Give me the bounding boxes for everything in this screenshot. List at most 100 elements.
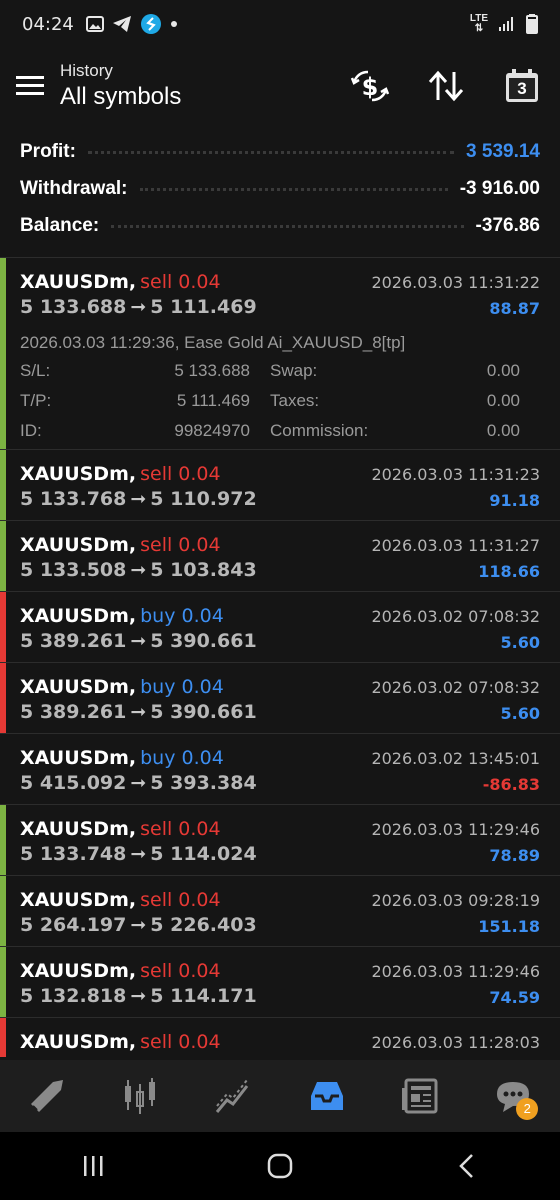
home-icon [267, 1153, 293, 1179]
trade-profit: 5.60 [500, 633, 540, 652]
status-bar: 04:24 LTE ⇅ [0, 0, 560, 48]
trade-prices: 5 133.748 ➞ 5 114.024 [20, 843, 257, 865]
nav-trade[interactable] [12, 1066, 82, 1126]
trade-side: sell 0.04 [140, 818, 221, 840]
nav-trends[interactable] [198, 1066, 268, 1126]
close-price: 5 390.661 [150, 630, 257, 652]
trade-symbol: XAUUSDm, [20, 463, 137, 485]
battery-icon [526, 14, 538, 34]
back-icon [458, 1154, 473, 1178]
trade-title: XAUUSDm, sell 0.04 [20, 1031, 221, 1053]
history-inbox-icon [310, 1082, 343, 1110]
trade-title: XAUUSDm, sell 0.04 [20, 271, 221, 293]
trade-row[interactable]: XAUUSDm, sell 0.04 2026.03.03 09:28:19 5 26… [0, 876, 560, 947]
chat-badge: 2 [516, 1098, 539, 1120]
trade-side-bar [0, 450, 6, 520]
trade-profit: 151.18 [478, 917, 540, 936]
trade-row[interactable]: XAUUSDm, buy 0.04 2026.03.02 07:08:32 5 389… [0, 592, 560, 663]
calendar-button[interactable]: 3 [484, 56, 560, 116]
trade-prices: 5 133.688 ➞ 5 111.469 [20, 296, 257, 318]
network-type: LTE ⇅ [469, 13, 488, 34]
sort-button[interactable] [408, 56, 484, 116]
nav-news[interactable] [385, 1066, 455, 1126]
signal-icon [499, 17, 513, 31]
trade-side-bar [0, 592, 6, 662]
trade-row[interactable]: XAUUSDm, buy 0.04 2026.03.02 07:08:32 5 389… [0, 663, 560, 734]
trade-side-bar [0, 876, 6, 946]
trade-row[interactable]: XAUUSDm, sell 0.04 2026.03.03 11:29:46 5 13… [0, 805, 560, 876]
status-time: 04:24 [22, 13, 74, 35]
summary-label: Withdrawal: [20, 178, 128, 199]
close-price: 5 114.171 [150, 985, 257, 1007]
sort-arrows-icon [428, 70, 464, 102]
svg-text:$: $ [362, 73, 379, 101]
trade-symbol: XAUUSDm, [20, 534, 137, 556]
trade-profit: 91.18 [489, 491, 540, 510]
trade-side: sell 0.04 [140, 960, 221, 982]
sl-value: 5 133.688 [174, 361, 250, 380]
trade-time: 2026.03.03 11:28:03 [371, 1033, 540, 1052]
open-price: 5 133.768 [20, 488, 127, 510]
trade-prices: 5 133.508 ➞ 5 103.843 [20, 559, 257, 581]
summary-withdrawal: Withdrawal: -3 916.00 [20, 171, 540, 207]
trade-row[interactable]: XAUUSDm, sell 0.04 2026.03.03 11:31:23 5 13… [0, 450, 560, 521]
trade-prices: 5 264.197 ➞ 5 226.403 [20, 914, 257, 936]
page-title: All symbols [60, 83, 182, 110]
arrow-right-icon: ➞ [130, 985, 147, 1007]
candlestick-chart-icon [124, 1078, 155, 1114]
commission-value: 0.00 [486, 421, 520, 440]
trade-symbol: XAUUSDm, [20, 889, 137, 911]
system-navigation [0, 1132, 560, 1200]
trade-row[interactable]: XAUUSDm, sell 0.04 2026.03.03 11:31:22 5 13… [0, 258, 560, 450]
trade-side-bar [0, 805, 6, 875]
trade-time: 2026.03.03 09:28:19 [371, 891, 540, 910]
swap-label: Swap: [270, 361, 318, 380]
arrow-right-icon: ➞ [130, 914, 147, 936]
trade-side: sell 0.04 [140, 271, 221, 293]
deposit-filter-button[interactable]: $ [332, 56, 408, 116]
trade-side-bar [0, 521, 6, 591]
open-price: 5 133.508 [20, 559, 127, 581]
trade-comment: 2026.03.03 11:29:36, Ease Gold Ai_XAUUSD… [20, 333, 406, 352]
trade-prices: 5 389.261 ➞ 5 390.661 [20, 630, 257, 652]
trade-profit: 5.60 [500, 704, 540, 723]
trade-symbol: XAUUSDm, [20, 1031, 137, 1053]
trade-row[interactable]: XAUUSDm, sell 0.04 2026.03.03 11:31:27 5 13… [0, 521, 560, 592]
recent-apps-button[interactable] [53, 1136, 133, 1196]
trade-title: XAUUSDm, sell 0.04 [20, 960, 221, 982]
trade-title: XAUUSDm, sell 0.04 [20, 818, 221, 840]
summary-value: -376.86 [475, 215, 540, 236]
nav-chat[interactable]: 2 [478, 1066, 548, 1126]
trade-time: 2026.03.03 11:31:22 [371, 273, 540, 292]
trade-side: buy 0.04 [140, 747, 224, 769]
trade-side: sell 0.04 [140, 534, 221, 556]
leader-dots [87, 150, 455, 154]
close-price: 5 111.469 [150, 296, 257, 318]
trade-side-bar [0, 947, 6, 1017]
calendar-day: 3 [517, 79, 527, 98]
open-price: 5 132.818 [20, 985, 127, 1007]
id-label: ID: [20, 421, 42, 440]
arrow-right-icon: ➞ [130, 701, 147, 723]
trade-details: 2026.03.03 11:29:36, Ease Gold Ai_XAUUSD… [20, 330, 540, 446]
close-price: 5 103.843 [150, 559, 257, 581]
trade-symbol: XAUUSDm, [20, 818, 137, 840]
trade-time: 2026.03.03 11:31:23 [371, 465, 540, 484]
back-button[interactable] [427, 1136, 507, 1196]
nav-history[interactable] [292, 1066, 362, 1126]
header-titles[interactable]: History All symbols [60, 61, 181, 111]
trade-row[interactable]: XAUUSDm, sell 0.04 2026.03.03 11:29:46 5 13… [0, 947, 560, 1018]
trade-row[interactable]: XAUUSDm, buy 0.04 2026.03.02 13:45:01 5 415… [0, 734, 560, 805]
trade-title: XAUUSDm, sell 0.04 [20, 889, 221, 911]
trade-symbol: XAUUSDm, [20, 960, 137, 982]
home-button[interactable] [240, 1136, 320, 1196]
account-summary: Profit: 3 539.14 Withdrawal: -3 916.00 B… [0, 134, 560, 246]
trade-title: XAUUSDm, buy 0.04 [20, 676, 224, 698]
menu-button[interactable] [0, 56, 60, 116]
arrow-right-icon: ➞ [130, 843, 147, 865]
trade-row[interactable]: XAUUSDm, sell 0.04 2026.03.03 11:28:03 [0, 1018, 560, 1057]
commission-label: Commission: [270, 421, 369, 440]
close-price: 5 390.661 [150, 701, 257, 723]
trade-history-list[interactable]: XAUUSDm, sell 0.04 2026.03.03 11:31:22 5 13… [0, 257, 560, 1057]
nav-chart[interactable] [105, 1066, 175, 1126]
